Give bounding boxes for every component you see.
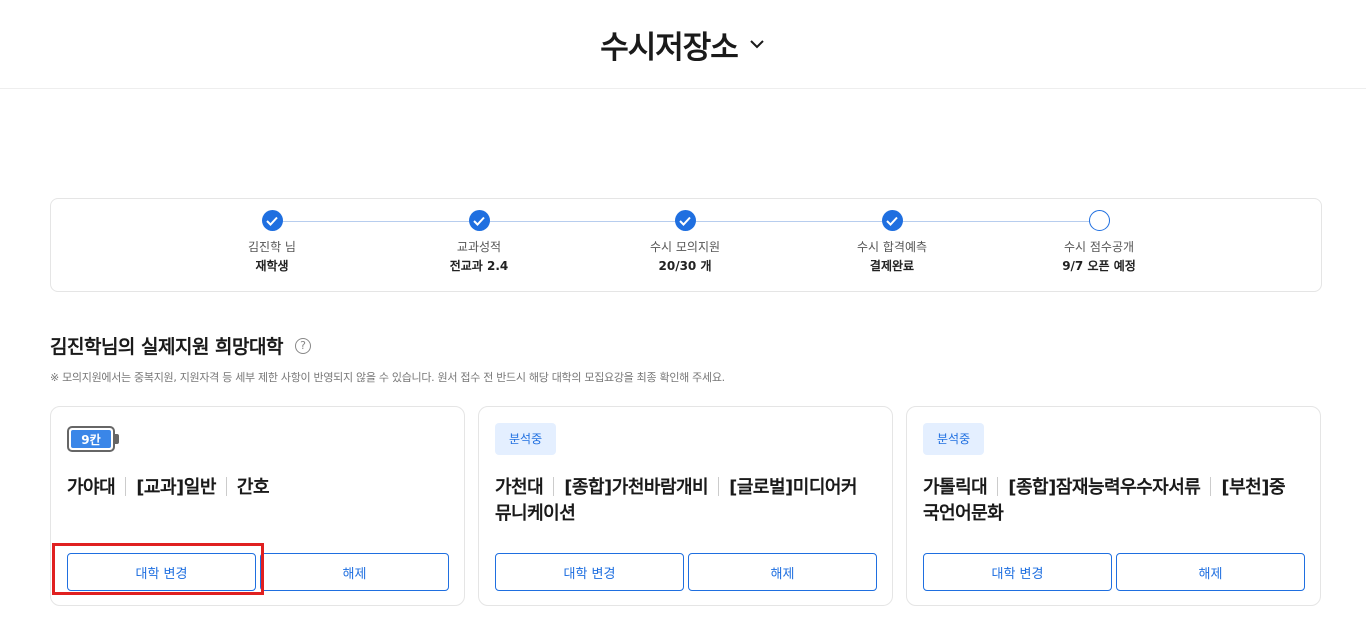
pending-circle-icon (1088, 210, 1110, 231)
battery-icon: 9칸 (67, 426, 119, 452)
university: 가야대 (67, 477, 116, 498)
step-label: 수시 합격예측 (856, 240, 928, 254)
card-actions: 대학 변경 해제 (495, 553, 877, 591)
divider (997, 477, 999, 496)
page-title: 수시저장소 (600, 29, 739, 66)
notice-text: ※ 모의지원에서는 중복지원, 지원자격 등 세부 제한 사항이 반영되지 않을… (50, 371, 725, 384)
badge-area: 9칸 (67, 423, 119, 455)
badge-area: 분석중 (495, 423, 557, 455)
remove-button[interactable]: 해제 (260, 553, 449, 591)
admission-type: [종합]가천바람개비 (564, 477, 709, 498)
remove-button[interactable]: 해제 (1116, 553, 1305, 591)
step-value: 9/7 오픈 예정 (1062, 259, 1136, 273)
step-value: 재학생 (255, 259, 289, 273)
step-mock-apply: 수시 모의지원 20/30 개 (615, 210, 755, 274)
step-value: 20/30 개 (658, 259, 712, 273)
change-university-button[interactable]: 대학 변경 (67, 553, 256, 591)
university-name: 가야대 [교과]일반 간호 (67, 475, 444, 501)
check-icon (468, 210, 490, 231)
university-name: 가천대 [종합]가천바람개비 [글로벌]미디어커뮤니케이션 (495, 475, 872, 527)
step-score-open: 수시 점수공개 9/7 오픈 예정 (1029, 210, 1169, 274)
step-value: 전교과 2.4 (449, 259, 509, 273)
chevron-down-icon (748, 35, 766, 53)
section-header: 김진학님의 실제지원 희망대학 ? (50, 332, 311, 359)
step-grades: 교과성적 전교과 2.4 (409, 210, 549, 274)
admission-type: [교과]일반 (136, 477, 216, 498)
major: 간호 (236, 477, 270, 498)
step-label: 수시 점수공개 (1063, 240, 1135, 254)
title-dropdown[interactable]: 수시저장소 (600, 22, 766, 67)
step-label: 교과성적 (456, 240, 502, 254)
check-icon (881, 210, 903, 231)
admission-type: [종합]잠재능력우수자서류 (1008, 477, 1201, 498)
divider (125, 477, 127, 496)
status-badge: 분석중 (495, 423, 557, 455)
check-icon (261, 210, 283, 231)
step-prediction: 수시 합격예측 결제완료 (822, 210, 962, 274)
page-header: 수시저장소 (0, 0, 1366, 89)
university-name: 가톨릭대 [종합]잠재능력우수자서류 [부천]중국언어문화 (923, 475, 1300, 527)
change-university-button[interactable]: 대학 변경 (495, 553, 684, 591)
divider (1210, 477, 1212, 496)
help-icon[interactable]: ? (294, 337, 311, 354)
change-university-button[interactable]: 대학 변경 (923, 553, 1112, 591)
university-card: 9칸 가야대 [교과]일반 간호 대학 변경 해제 (50, 406, 465, 606)
check-icon (674, 210, 696, 231)
section-title: 김진학님의 실제지원 희망대학 (50, 336, 283, 358)
divider (225, 477, 227, 496)
card-actions: 대학 변경 해제 (67, 553, 449, 591)
step-label: 수시 모의지원 (649, 240, 721, 254)
university-card: 분석중 가천대 [종합]가천바람개비 [글로벌]미디어커뮤니케이션 대학 변경 해제 (478, 406, 893, 606)
divider (718, 477, 720, 496)
badge-area: 분석중 (923, 423, 985, 455)
status-badge: 분석중 (923, 423, 985, 455)
divider (553, 477, 555, 496)
progress-card: 김진학 님 재학생 교과성적 전교과 2.4 수시 모의지원 20/30 개 수… (50, 198, 1322, 292)
university: 가톨릭대 (923, 477, 988, 498)
university: 가천대 (495, 477, 544, 498)
step-value: 결제완료 (869, 259, 915, 273)
step-student: 김진학 님 재학생 (202, 210, 342, 274)
card-actions: 대학 변경 해제 (923, 553, 1305, 591)
remove-button[interactable]: 해제 (688, 553, 877, 591)
battery-label: 9칸 (71, 430, 111, 448)
university-card: 분석중 가톨릭대 [종합]잠재능력우수자서류 [부천]중국언어문화 대학 변경 해제 (906, 406, 1321, 606)
step-label: 김진학 님 (248, 240, 296, 254)
